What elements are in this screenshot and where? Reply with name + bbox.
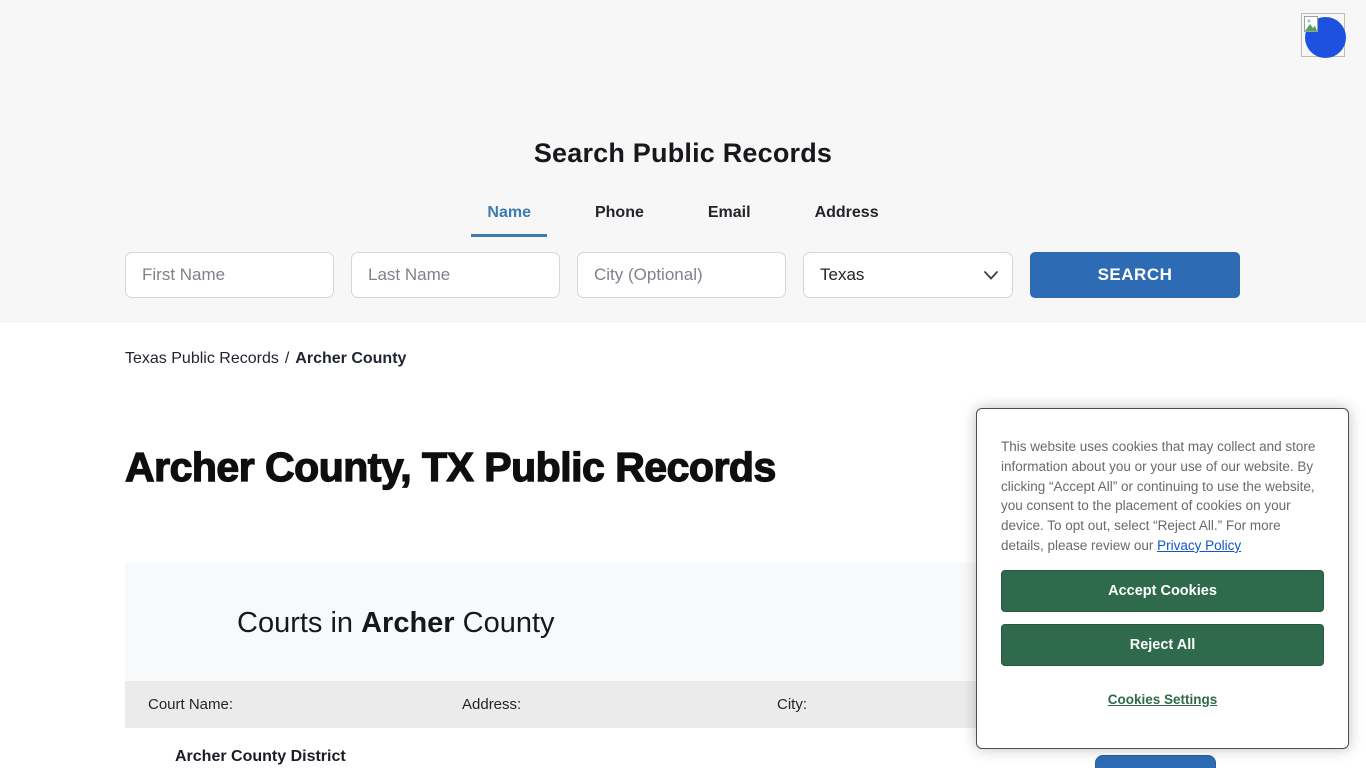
row-action-button[interactable]	[1095, 755, 1216, 768]
tab-address[interactable]: Address	[799, 200, 895, 237]
cookie-consent-dialog: This website uses cookies that may colle…	[976, 408, 1349, 749]
breadcrumb-current: Archer County	[295, 350, 407, 367]
tab-phone[interactable]: Phone	[579, 200, 660, 237]
page: Search Public Records Name Phone Email A…	[0, 0, 1366, 768]
last-name-input[interactable]	[351, 252, 560, 298]
search-form: Texas SEARCH	[125, 252, 1241, 298]
privacy-policy-link[interactable]: Privacy Policy	[1157, 538, 1241, 553]
state-select[interactable]: Texas	[803, 252, 1013, 298]
city-input[interactable]	[577, 252, 786, 298]
courts-heading-suffix: County	[462, 607, 555, 639]
address-cell	[462, 728, 777, 768]
column-address: Address:	[462, 696, 522, 713]
search-button[interactable]: SEARCH	[1030, 252, 1240, 298]
search-section: Search Public Records Name Phone Email A…	[0, 0, 1366, 322]
courts-heading-prefix: Courts in	[237, 607, 354, 639]
first-name-input[interactable]	[125, 252, 334, 298]
reject-all-button[interactable]: Reject All	[1001, 623, 1324, 666]
accept-cookies-button[interactable]: Accept Cookies	[1001, 569, 1324, 612]
tab-email[interactable]: Email	[692, 200, 767, 237]
tab-name[interactable]: Name	[471, 200, 547, 237]
search-tabs: Name Phone Email Address	[0, 200, 1366, 237]
broken-image-placeholder	[1301, 13, 1346, 58]
column-court-name: Court Name:	[148, 696, 234, 713]
page-title: Archer County, TX Public Records	[124, 443, 777, 490]
breadcrumb-texas-public-records[interactable]: Texas Public Records	[125, 350, 279, 367]
court-name-cell: Archer County District	[175, 748, 346, 765]
chevron-down-icon	[984, 265, 998, 285]
courts-heading-county: Archer	[361, 607, 455, 639]
search-title: Search Public Records	[533, 138, 833, 168]
cookie-message: This website uses cookies that may colle…	[1001, 437, 1324, 556]
state-select-value: Texas	[820, 265, 865, 284]
breadcrumb-separator: /	[284, 350, 290, 367]
breadcrumb: Texas Public Records / Archer County	[125, 350, 406, 368]
cookie-message-text: This website uses cookies that may colle…	[1001, 439, 1316, 553]
broken-image-icon	[1304, 16, 1319, 38]
cookies-settings-link[interactable]: Cookies Settings	[1001, 692, 1324, 707]
